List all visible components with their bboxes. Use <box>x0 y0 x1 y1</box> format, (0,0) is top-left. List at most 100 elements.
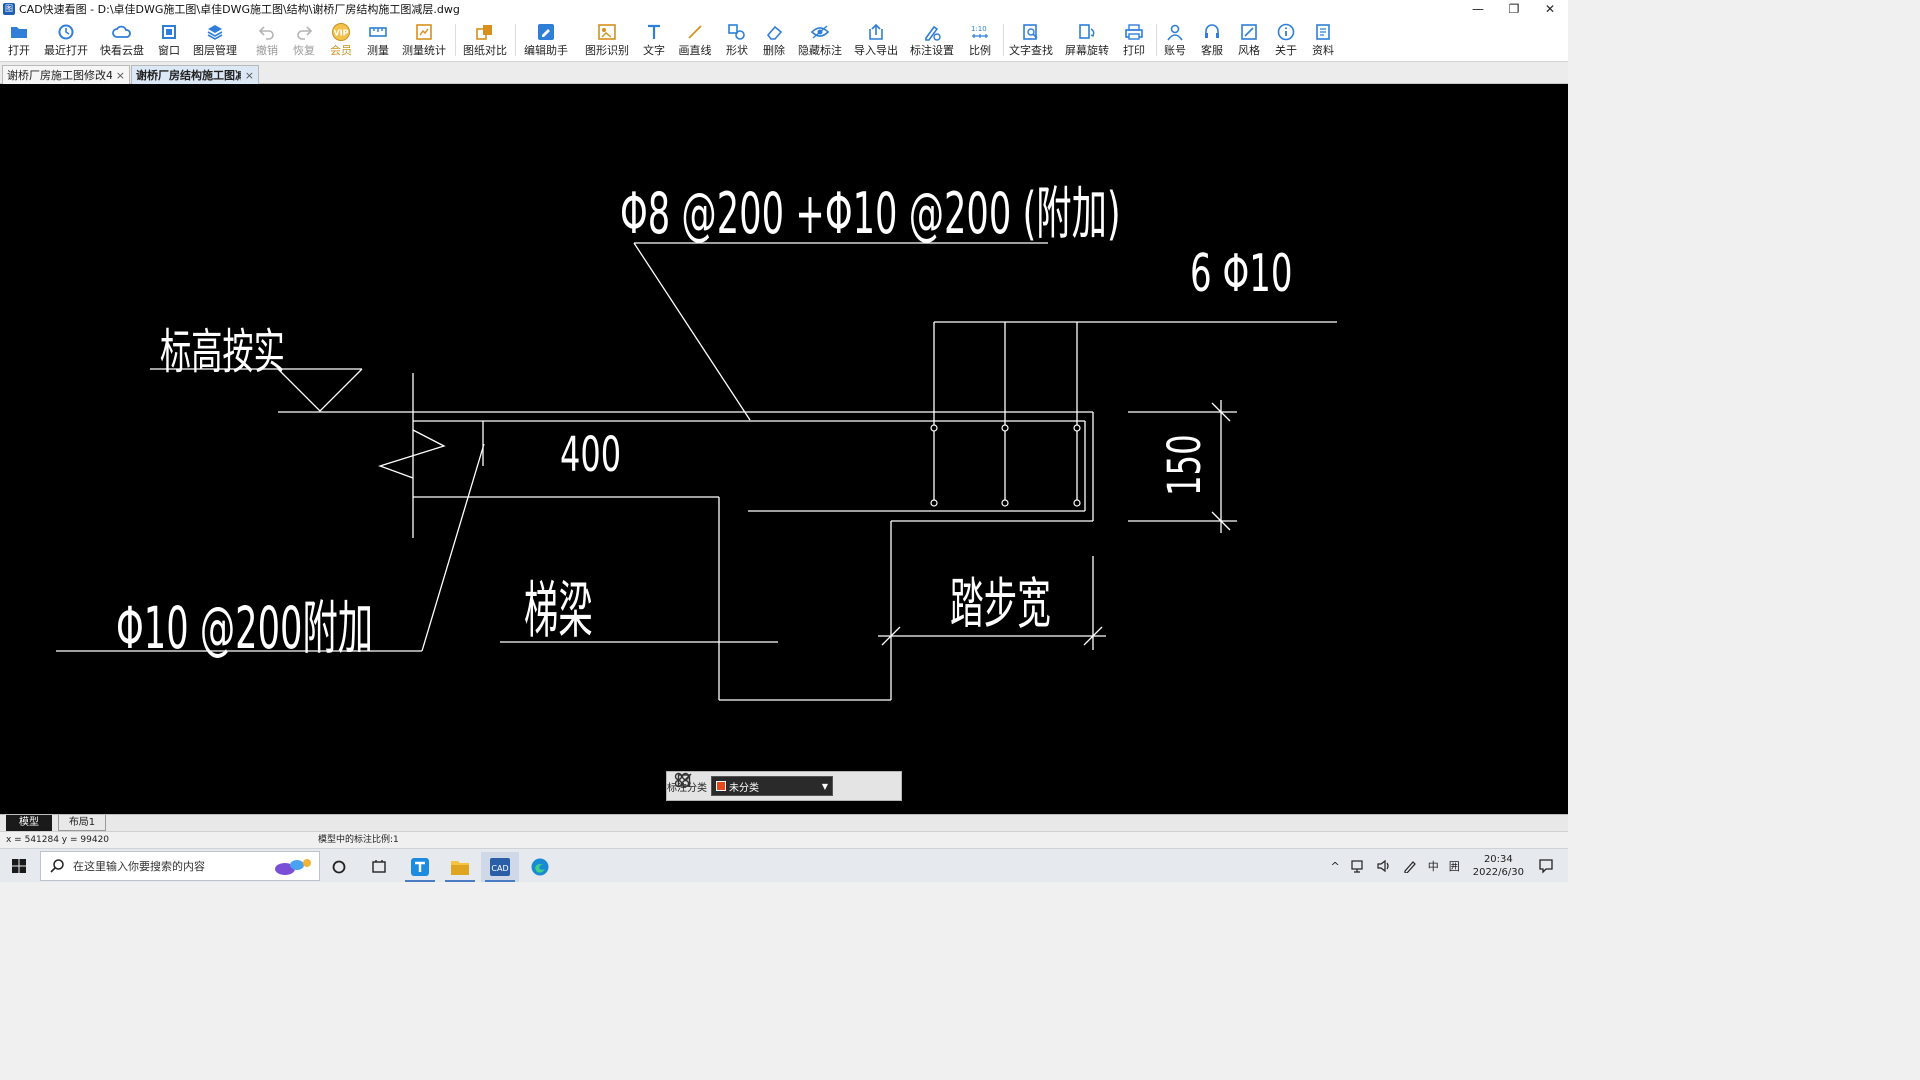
rebar-label-top: Φ8 @200 +Φ10 @200 (附加) <box>620 180 1121 247</box>
open-button[interactable]: 打开 <box>6 20 32 60</box>
t-app-icon <box>411 858 429 876</box>
scale-button[interactable]: 1:10 比例 <box>967 20 993 60</box>
vip-button[interactable]: VIP 会员 <box>328 20 354 60</box>
rotate-screen-icon <box>1077 22 1097 42</box>
window-button[interactable]: 窗口 <box>156 20 182 60</box>
import-export-icon <box>866 22 886 42</box>
account-button[interactable]: 账号 <box>1162 20 1188 60</box>
rotate-screen-button[interactable]: 屏幕旋转 <box>1065 20 1109 60</box>
status-bar: x = 541284 y = 99420 模型中的标注比例:1 <box>0 831 1568 848</box>
layer-manager-button[interactable]: 图层管理 <box>193 20 237 60</box>
resources-button[interactable]: 资料 <box>1310 20 1336 60</box>
scale-icon: 1:10 <box>970 22 990 42</box>
annotation-category-select[interactable]: 未分类 ▼ <box>711 776 833 796</box>
recent-open-button[interactable]: 最近打开 <box>44 20 88 60</box>
drawing-canvas[interactable]: Φ8 @200 +Φ10 @200 (附加) 6 Φ10 标高按实 400 15… <box>0 84 1568 814</box>
history-icon <box>56 22 76 42</box>
info-icon <box>1276 22 1296 42</box>
edge-icon <box>531 858 549 876</box>
print-button[interactable]: 打印 <box>1121 20 1147 60</box>
cursor-coordinates: x = 541284 y = 99420 <box>6 835 110 845</box>
shape-recognize-button[interactable]: 图形识别 <box>585 20 629 60</box>
measure-icon <box>368 22 388 42</box>
taskbar-app-edge[interactable] <box>521 852 559 882</box>
svg-text:1:10: 1:10 <box>971 25 987 33</box>
undo-icon <box>257 22 277 42</box>
measure-button[interactable]: 测量 <box>365 20 391 60</box>
taskbar-app-cad[interactable]: CAD <box>481 852 519 882</box>
main-toolbar: 打开 最近打开 快看云盘 窗口 图层管理 撤销 恢复 VIP 会员 测量 测量统… <box>0 18 1568 62</box>
compare-drawings-button[interactable]: 图纸对比 <box>463 20 507 60</box>
import-export-button[interactable]: 导入导出 <box>854 20 898 60</box>
edit-assistant-button[interactable]: 编辑助手 <box>524 20 568 60</box>
delete-button[interactable]: 删除 <box>761 20 787 60</box>
draw-line-button[interactable]: 画直线 <box>678 20 712 60</box>
text-search-button[interactable]: 文字查找 <box>1009 20 1053 60</box>
text-icon <box>644 22 664 42</box>
restore-button[interactable]: ❐ <box>1496 0 1532 18</box>
stair-beam-label: 梯梁 <box>524 575 593 647</box>
network-icon[interactable] <box>1350 859 1366 873</box>
windows-start-icon[interactable] <box>12 859 26 873</box>
break-symbol <box>377 429 446 479</box>
rebar-point <box>1001 499 1009 507</box>
close-tab-icon[interactable]: × <box>245 69 254 82</box>
doc-tab-modified[interactable]: 谢桥厂房施工图修改4.2 × <box>2 65 130 84</box>
task-view-button[interactable] <box>320 852 358 882</box>
resources-icon <box>1313 22 1333 42</box>
line-icon <box>685 22 705 42</box>
notification-icon[interactable] <box>1538 858 1554 874</box>
doc-tab-active[interactable]: 谢桥厂房结构施工图减层 × <box>131 65 259 84</box>
svg-text:VIP: VIP <box>333 29 348 38</box>
input-language-indicator[interactable]: 中 <box>1428 858 1439 874</box>
edit-icon[interactable] <box>677 772 693 788</box>
volume-icon[interactable] <box>1376 859 1392 873</box>
about-button[interactable]: 关于 <box>1273 20 1299 60</box>
customer-service-button[interactable]: 客服 <box>1199 20 1225 60</box>
input-mode-indicator[interactable]: 囲 <box>1449 858 1460 874</box>
style-icon <box>1239 22 1259 42</box>
window-icon <box>159 22 179 42</box>
hide-annotation-button[interactable]: 隐藏标注 <box>798 20 842 60</box>
rebar-label-bottom: Φ10 @200附加 <box>116 594 374 663</box>
measure-stats-icon <box>414 22 434 42</box>
leader-line <box>633 242 751 421</box>
minimize-button[interactable]: — <box>1460 0 1496 18</box>
tab-layout1[interactable]: 布局1 <box>58 815 106 831</box>
close-tab-icon[interactable]: × <box>116 69 125 82</box>
rebar-point <box>1073 424 1081 432</box>
edit-assistant-icon <box>536 22 556 42</box>
rebar-label-6phi10: 6 Φ10 <box>1190 244 1293 304</box>
annotation-category-panel: 标注分类 未分类 ▼ <box>666 771 902 801</box>
shape-icon <box>727 22 747 42</box>
style-button[interactable]: 风格 <box>1236 20 1262 60</box>
taskbar-app-explorer[interactable] <box>441 852 479 882</box>
measure-stats-button[interactable]: 测量统计 <box>402 20 446 60</box>
elevation-triangle <box>277 368 363 412</box>
cloud-drive-button[interactable]: 快看云盘 <box>100 20 144 60</box>
pen-icon[interactable] <box>1402 859 1418 873</box>
tab-model[interactable]: 模型 <box>6 815 52 831</box>
text-button[interactable]: 文字 <box>641 20 667 60</box>
undo-button[interactable]: 撤销 <box>254 20 280 60</box>
dimension-150-label: 150 <box>1158 434 1211 496</box>
annotation-settings-button[interactable]: 标注设置 <box>910 20 954 60</box>
redo-icon <box>294 22 314 42</box>
taskbar-search-box[interactable]: 在这里输入你要搜索的内容 <box>40 851 320 881</box>
redo-button[interactable]: 恢复 <box>291 20 317 60</box>
taskbar-app-t[interactable] <box>401 852 439 882</box>
tray-expand-icon[interactable]: ^ <box>1331 860 1340 873</box>
title-bar: 图 CAD快速看图 - D:\卓佳DWG施工图\卓佳DWG施工图\结构\谢桥厂房… <box>0 0 1568 18</box>
rebar-point <box>930 499 938 507</box>
system-clock[interactable]: 20:34 2022/6/30 <box>1473 853 1524 879</box>
annotation-scale: 模型中的标注比例:1 <box>318 835 399 845</box>
search-highlight-icon <box>275 859 311 875</box>
search-icon <box>50 859 64 873</box>
task-view-icon <box>372 860 386 873</box>
shape-button[interactable]: 形状 <box>724 20 750 60</box>
timeline-button[interactable] <box>360 852 398 882</box>
compare-icon <box>475 22 495 42</box>
close-window-button[interactable]: ✕ <box>1532 0 1568 18</box>
dimension-400-label: 400 <box>560 428 622 484</box>
headset-icon <box>1202 22 1222 42</box>
